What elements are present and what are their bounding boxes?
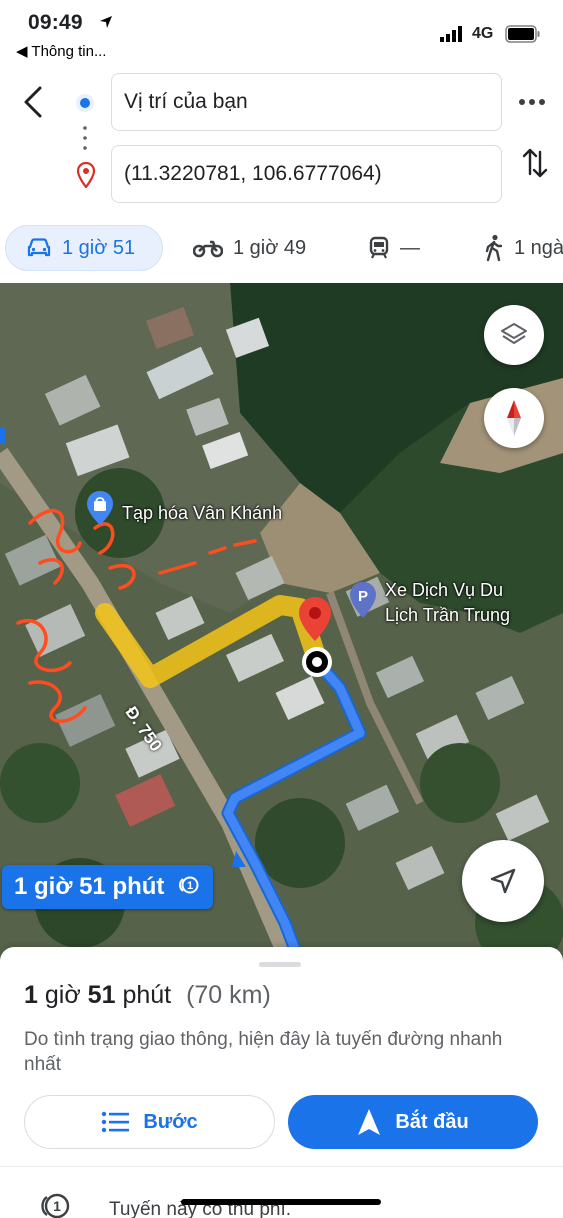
route-note: Do tình trạng giao thông, hiện đây là tu… bbox=[24, 1029, 503, 1075]
destination-input[interactable]: (11.3220781, 106.6777064) bbox=[111, 145, 502, 203]
destination-map-pin-icon[interactable] bbox=[298, 596, 332, 642]
route-duration: 1 giờ 51 phút (70 km) bbox=[24, 981, 271, 1010]
poi-label-parking-line2[interactable]: Lịch Trần Trung bbox=[385, 605, 510, 626]
mode-motorbike[interactable]: 1 giờ 49 bbox=[193, 225, 306, 271]
duration-minutes: 51 bbox=[87, 981, 116, 1009]
walking-icon bbox=[485, 234, 503, 262]
my-location-button[interactable] bbox=[462, 840, 544, 922]
sheet-divider bbox=[0, 1166, 563, 1167]
car-icon bbox=[27, 238, 51, 257]
motorbike-icon bbox=[193, 240, 223, 258]
status-time: 09:49 bbox=[28, 11, 83, 34]
toll-road-icon: 1 bbox=[41, 1193, 70, 1218]
battery-icon bbox=[505, 25, 540, 43]
layers-button[interactable] bbox=[484, 305, 544, 365]
back-arrow-icon[interactable] bbox=[18, 84, 50, 120]
mode-motorbike-label: 1 giờ 49 bbox=[233, 236, 307, 259]
location-arrow-icon bbox=[100, 16, 112, 28]
parking-pin-icon[interactable]: P bbox=[349, 581, 377, 619]
steps-button[interactable]: Bước bbox=[24, 1095, 275, 1149]
route-summary-sheet[interactable]: 1 giờ 51 phút (70 km) Do tình trạng giao… bbox=[0, 947, 563, 1218]
swap-directions-icon[interactable] bbox=[520, 146, 550, 180]
svg-text:1: 1 bbox=[187, 880, 193, 892]
duration-hours-unit: giờ bbox=[44, 981, 81, 1009]
poi-label-shop[interactable]: Tạp hóa Vân Khánh bbox=[122, 503, 282, 524]
status-bar: 09:49 ◀ Thông tin... 4G bbox=[0, 0, 563, 64]
cellular-signal-icon bbox=[440, 26, 462, 42]
origin-dot-icon bbox=[76, 94, 94, 112]
mode-driving-label: 1 giờ 51 bbox=[62, 236, 136, 259]
poi-label-parking-line1[interactable]: Xe Dịch Vụ Du bbox=[385, 580, 503, 601]
compass-button[interactable] bbox=[484, 388, 544, 448]
layers-icon bbox=[501, 323, 527, 344]
home-indicator[interactable] bbox=[181, 1199, 381, 1205]
route-dots-icon bbox=[83, 126, 87, 150]
more-options-icon[interactable] bbox=[518, 90, 546, 114]
start-button-label: Bắt đầu bbox=[395, 1110, 469, 1133]
mode-walking[interactable]: 1 ngà bbox=[484, 225, 563, 271]
origin-input[interactable]: Vị trí của bạn bbox=[111, 73, 502, 131]
mode-transit-label: — bbox=[400, 236, 420, 259]
mode-driving[interactable]: 1 giờ 51 bbox=[5, 225, 163, 271]
svg-text:1: 1 bbox=[53, 1198, 61, 1214]
navigation-arrow-icon bbox=[490, 868, 516, 894]
svg-text:P: P bbox=[358, 588, 368, 605]
travel-mode-bar: 1 giờ 51 1 giờ 49 — 1 ngà bbox=[0, 225, 563, 275]
mode-transit[interactable]: — bbox=[368, 225, 420, 271]
list-icon bbox=[102, 1111, 130, 1133]
compass-icon bbox=[507, 400, 521, 436]
steps-button-label: Bước bbox=[143, 1110, 198, 1133]
back-to-app-link[interactable]: ◀ Thông tin... bbox=[16, 42, 106, 60]
mode-walking-label: 1 ngà bbox=[514, 236, 563, 259]
train-icon bbox=[369, 236, 389, 259]
network-type: 4G bbox=[472, 25, 494, 42]
start-button[interactable]: Bắt đầu bbox=[288, 1095, 538, 1149]
sheet-drag-handle[interactable] bbox=[259, 962, 301, 967]
duration-hours: 1 bbox=[24, 981, 38, 1009]
route-start-marker-icon bbox=[302, 647, 332, 677]
eta-callout-text: 1 giờ 51 phút bbox=[14, 873, 165, 900]
destination-pin-icon bbox=[76, 162, 96, 188]
duration-minutes-unit: phút bbox=[122, 981, 172, 1009]
shopping-pin-icon[interactable] bbox=[86, 490, 114, 526]
navigation-start-icon bbox=[358, 1109, 381, 1135]
eta-callout[interactable]: 1 giờ 51 phút 1 bbox=[2, 851, 247, 909]
map-view[interactable]: Tạp hóa Vân Khánh P Xe Dịch Vụ Du Lịch T… bbox=[0, 283, 563, 963]
toll-icon: 1 bbox=[179, 876, 199, 894]
route-distance: (70 km) bbox=[186, 981, 271, 1009]
